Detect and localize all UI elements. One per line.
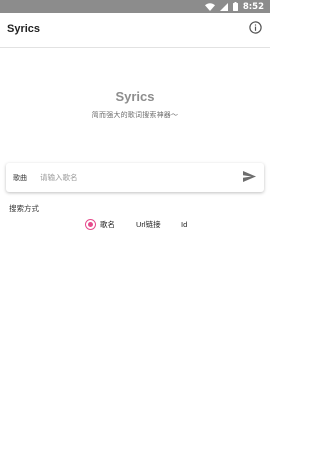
search-card: 歌曲: [6, 163, 264, 192]
radio-label: 歌名: [100, 219, 115, 229]
radio-button-selected[interactable]: [85, 218, 96, 230]
status-time: 8:52: [242, 1, 264, 12]
send-icon: [242, 169, 256, 187]
search-mode-label: 搜索方式: [9, 204, 39, 213]
info-button[interactable]: [246, 21, 264, 39]
send-button[interactable]: [241, 170, 257, 185]
hero-title: Syrics: [115, 89, 155, 104]
search-input[interactable]: [40, 169, 230, 186]
status-bar: 8:52: [0, 0, 270, 13]
search-type-label[interactable]: 歌曲: [13, 173, 27, 183]
info-icon: [248, 21, 262, 39]
radio-option-url[interactable]: Url链接: [136, 217, 161, 231]
radio-label: Id: [181, 219, 188, 229]
hero-subtitle: 简而强大的歌词搜索神器～: [91, 112, 179, 119]
app-title: Syrics: [7, 23, 41, 35]
search-mode-radio-group: 歌名 Url链接 Id: [0, 217, 270, 231]
radio-option-id[interactable]: Id: [181, 217, 187, 231]
status-icons: 8:52: [204, 1, 264, 12]
radio-label: Url链接: [136, 219, 161, 229]
app-bar: Syrics: [0, 13, 270, 48]
radio-option-song-name[interactable]: 歌名: [85, 217, 115, 231]
